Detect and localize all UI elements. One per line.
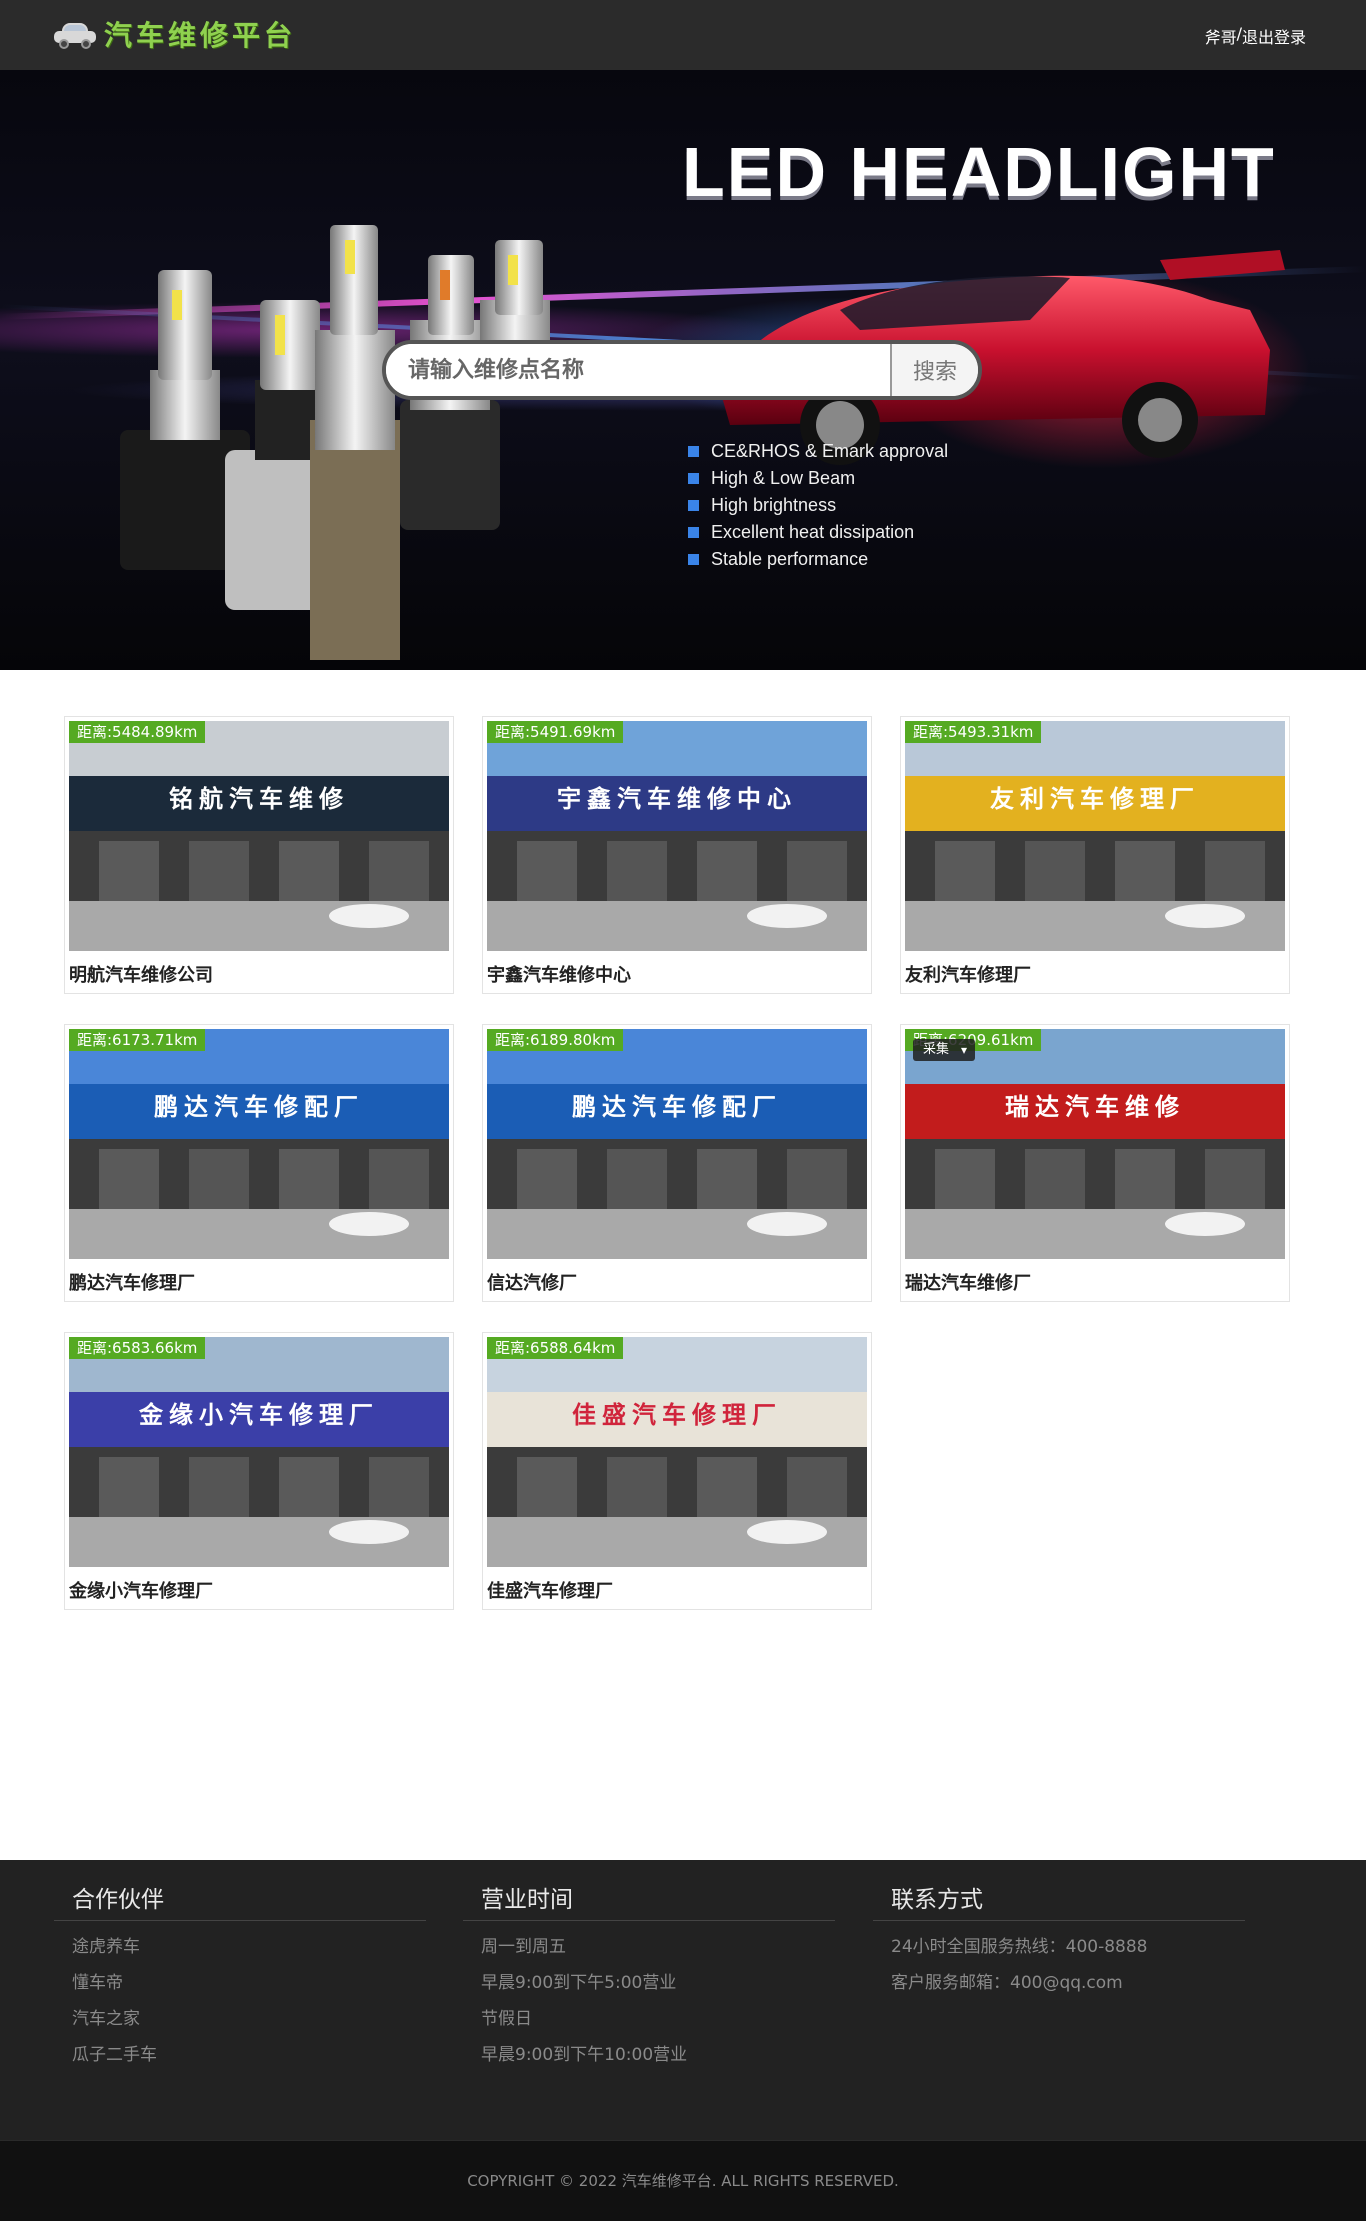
search-button[interactable]: 搜索 xyxy=(890,344,978,396)
shop-photo[interactable]: 瑞达汽车维修 xyxy=(905,1029,1285,1259)
search-input[interactable] xyxy=(386,344,890,396)
shop-name[interactable]: 友利汽车修理厂 xyxy=(905,961,1031,987)
shop-card[interactable]: 鹏达汽车修配厂 距离:6189.80km 信达汽修厂 xyxy=(482,1024,872,1302)
shop-sign-text: 瑞达汽车维修 xyxy=(1005,1093,1185,1121)
footer-contact: 联系方式 24小时全国服务热线：400-8888 客户服务邮箱：400@qq.c… xyxy=(873,1880,1245,2001)
shop-sign-text: 宇鑫汽车维修中心 xyxy=(557,785,797,813)
collect-chip[interactable]: 采集 ▾ xyxy=(913,1039,976,1061)
feature-item: High brightness xyxy=(688,492,948,519)
shop-card[interactable]: 宇鑫汽车维修中心 距离:5491.69km 宇鑫汽车维修中心 xyxy=(482,716,872,994)
feature-list: CE&RHOS & Emark approval High & Low Beam… xyxy=(688,438,948,573)
partner-link[interactable]: 瓜子二手车 xyxy=(72,2037,426,2073)
hours-text: 节假日 xyxy=(481,2009,532,2029)
contact-hotline: 24小时全国服务热线：400-8888 xyxy=(891,1937,1148,1957)
shop-photo[interactable]: 鹏达汽车修配厂 xyxy=(69,1029,449,1259)
shop-sign-text: 友利汽车修理厂 xyxy=(990,785,1200,813)
top-navbar: 汽车维修平台 斧哥 / 退出登录 xyxy=(0,0,1366,70)
shop-photo[interactable]: 宇鑫汽车维修中心 xyxy=(487,721,867,951)
distance-badge: 距离:6173.71km xyxy=(69,1029,206,1051)
feature-item: Excellent heat dissipation xyxy=(688,519,948,546)
site-title: 汽车维修平台 xyxy=(104,19,297,52)
shop-name[interactable]: 金缘小汽车修理厂 xyxy=(69,1577,213,1603)
feature-item: CE&RHOS & Emark approval xyxy=(688,438,948,465)
shop-photo[interactable]: 鹏达汽车修配厂 xyxy=(487,1029,867,1259)
site-logo[interactable]: 汽车维修平台 xyxy=(52,14,296,54)
partner-link[interactable]: 途虎养车 xyxy=(72,1929,426,1965)
shop-sign-text: 鹏达汽车修配厂 xyxy=(572,1093,782,1121)
shop-name[interactable]: 佳盛汽车修理厂 xyxy=(487,1577,613,1603)
shop-sign-text: 金缘小汽车修理厂 xyxy=(139,1401,379,1429)
shop-photo[interactable]: 佳盛汽车修理厂 xyxy=(487,1337,867,1567)
shop-card[interactable]: 金缘小汽车修理厂 距离:6583.66km 金缘小汽车修理厂 xyxy=(64,1332,454,1610)
distance-badge: 距离:6583.66km xyxy=(69,1337,206,1359)
shop-card[interactable]: 鹏达汽车修配厂 距离:6173.71km 鹏达汽车修理厂 xyxy=(64,1024,454,1302)
shop-sign-text: 鹏达汽车修配厂 xyxy=(154,1093,364,1121)
distance-badge: 距离:5493.31km xyxy=(905,721,1042,743)
shop-photo[interactable]: 友利汽车修理厂 xyxy=(905,721,1285,951)
username-link[interactable]: 斧哥 xyxy=(1205,24,1237,48)
contact-email: 客户服务邮箱：400@qq.com xyxy=(891,1973,1123,1993)
chevron-down-icon: ▾ xyxy=(960,1043,968,1057)
footer-heading: 合作伙伴 xyxy=(54,1880,426,1921)
distance-badge: 距离:6189.80km xyxy=(487,1029,624,1051)
distance-badge: 距离:6588.64km xyxy=(487,1337,624,1359)
footer: 合作伙伴 途虎养车 懂车帝 汽车之家 瓜子二手车 营业时间 周一到周五 早晨9:… xyxy=(0,1860,1366,2140)
distance-badge: 距离:5484.89km xyxy=(69,721,206,743)
shop-name[interactable]: 宇鑫汽车维修中心 xyxy=(487,961,631,987)
footer-hours: 营业时间 周一到周五 早晨9:00到下午5:00营业 节假日 早晨9:00到下午… xyxy=(463,1880,835,2073)
shop-sign-text: 铭航汽车维修 xyxy=(169,785,349,813)
hours-text: 周一到周五 xyxy=(481,1937,566,1957)
shop-name[interactable]: 信达汽修厂 xyxy=(487,1269,577,1295)
shop-name[interactable]: 鹏达汽车修理厂 xyxy=(69,1269,195,1295)
led-bulbs-image xyxy=(120,225,550,660)
hours-text: 早晨9:00到下午5:00营业 xyxy=(481,1973,677,1993)
banner-title: LED HEADLIGHT xyxy=(682,133,1276,211)
footer-heading: 联系方式 xyxy=(873,1880,1245,1921)
feature-item: Stable performance xyxy=(688,546,948,573)
partner-link[interactable]: 懂车帝 xyxy=(72,1965,426,2001)
copyright: COPYRIGHT © 2022 汽车维修平台. ALL RIGHTS RESE… xyxy=(0,2140,1366,2221)
shop-name[interactable]: 明航汽车维修公司 xyxy=(69,961,213,987)
car-logo-icon xyxy=(52,19,98,49)
shop-photo[interactable]: 铭航汽车维修 xyxy=(69,721,449,951)
shop-photo[interactable]: 金缘小汽车修理厂 xyxy=(69,1337,449,1567)
shop-card[interactable]: 友利汽车修理厂 距离:5493.31km 友利汽车修理厂 xyxy=(900,716,1290,994)
hours-text: 早晨9:00到下午10:00营业 xyxy=(481,2045,688,2065)
shop-name[interactable]: 瑞达汽车维修厂 xyxy=(905,1269,1031,1295)
logout-link[interactable]: 退出登录 xyxy=(1242,24,1306,48)
shop-card[interactable]: 佳盛汽车修理厂 距离:6588.64km 佳盛汽车修理厂 xyxy=(482,1332,872,1610)
footer-partners: 合作伙伴 途虎养车 懂车帝 汽车之家 瓜子二手车 xyxy=(54,1880,426,2073)
feature-item: High & Low Beam xyxy=(688,465,948,492)
shop-card[interactable]: 铭航汽车维修 距离:5484.89km 明航汽车维修公司 xyxy=(64,716,454,994)
footer-heading: 营业时间 xyxy=(463,1880,835,1921)
user-links: 斧哥 / 退出登录 xyxy=(1205,24,1306,48)
shop-sign-text: 佳盛汽车修理厂 xyxy=(572,1401,782,1429)
hero-banner: LED HEADLIGHT 请输入维修点名称 搜索 CE&RHOS & Emar… xyxy=(0,70,1366,670)
shop-card[interactable]: 瑞达汽车维修距离:6209.61km瑞达汽车维修厂采集▾ xyxy=(900,1024,1290,1302)
partner-link[interactable]: 汽车之家 xyxy=(72,2001,426,2037)
distance-badge: 距离:5491.69km xyxy=(487,721,624,743)
search-bar: 搜索 xyxy=(382,340,982,400)
